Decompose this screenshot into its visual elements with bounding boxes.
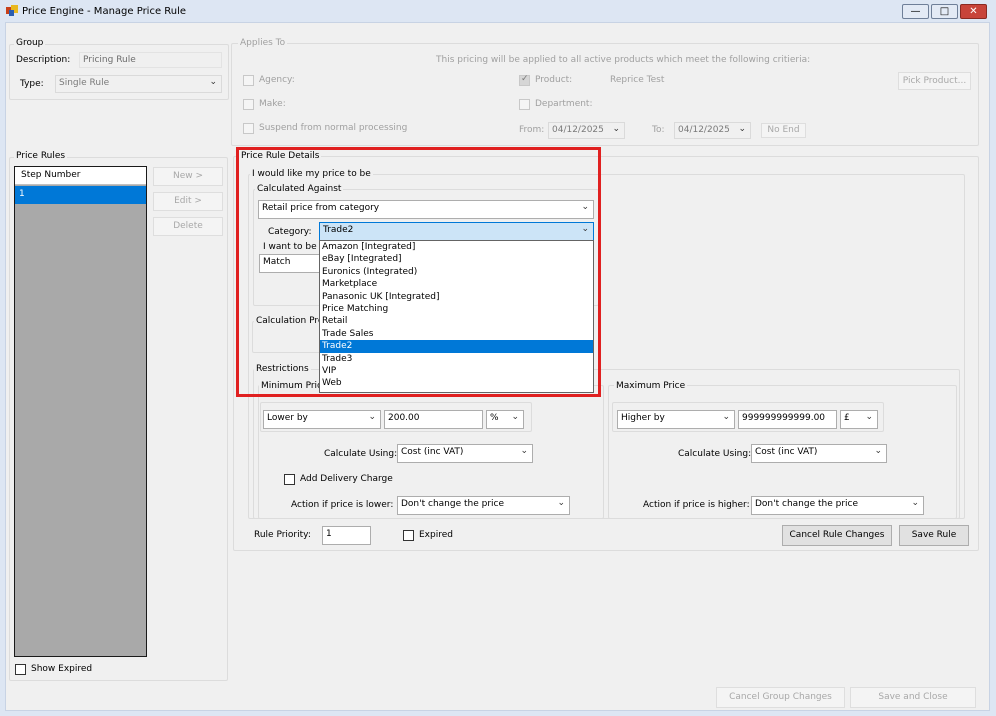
chevron-down-icon: ⌄ [511,412,519,422]
rule-priority-label: Rule Priority: [254,530,311,540]
pick-product-button[interactable]: Pick Product... [898,72,971,90]
add-delivery-charge-checkbox[interactable] [284,474,295,485]
min-calculate-using-value: Cost (inc VAT) [401,447,464,457]
edit-rule-button[interactable]: Edit > [153,192,223,211]
min-calculate-using-select[interactable]: Cost (inc VAT) ⌄ [397,444,533,463]
price-rules-list[interactable]: Step Number 1 [14,166,147,657]
chevron-down-icon: ⌄ [874,446,882,456]
show-expired-checkbox[interactable] [15,664,26,675]
product-value: Reprice Test [610,75,665,85]
app-icon [6,5,18,16]
title-bar: Price Engine - Manage Price Rule — □ ✕ [0,0,996,22]
delete-rule-button[interactable]: Delete [153,217,223,236]
from-date-value: 04/12/2025 [552,125,604,135]
add-delivery-charge-label: Add Delivery Charge [300,474,393,484]
product-checkbox[interactable]: ✓ [519,74,530,86]
highlight-rectangle [236,147,601,397]
chevron-down-icon: ⌄ [911,498,919,508]
checkmark-icon: ✓ [521,74,529,84]
min-mode-select[interactable]: Lower by ⌄ [263,410,381,429]
table-row[interactable]: 1 [15,186,146,204]
group-title: Group [14,38,46,48]
max-unit-select[interactable]: £ ⌄ [840,410,878,429]
max-action-value: Don't change the price [755,499,859,509]
make-checkbox[interactable] [243,99,254,110]
from-date-picker[interactable]: 04/12/2025 ⌄ [548,122,625,139]
price-rules-title: Price Rules [14,151,68,161]
make-label: Make: [259,99,286,109]
description-label: Description: [16,55,71,65]
save-rule-button[interactable]: Save Rule [899,525,969,546]
max-mode-value: Higher by [621,413,665,423]
show-expired-label: Show Expired [31,664,93,674]
max-calculate-using-select[interactable]: Cost (inc VAT) ⌄ [751,444,887,463]
department-label: Department: [535,99,593,109]
max-unit-value: £ [844,413,850,423]
suspend-checkbox[interactable] [243,123,254,134]
chevron-down-icon: ⌄ [209,77,217,87]
applies-to-title: Applies To [238,38,288,48]
type-label: Type: [20,79,44,89]
applies-to-note: This pricing will be applied to all acti… [436,55,811,65]
min-mode-value: Lower by [267,413,308,423]
max-calculate-using-value: Cost (inc VAT) [755,447,818,457]
step-number-cell: 1 [19,189,25,199]
maximize-button[interactable]: □ [931,4,958,19]
to-date-picker[interactable]: 04/12/2025 ⌄ [674,122,751,139]
from-label: From: [519,125,545,135]
max-calculate-using-label: Calculate Using: [678,449,752,459]
min-unit-value: % [490,413,499,423]
suspend-label: Suspend from normal processing [259,123,408,133]
chevron-down-icon: ⌄ [738,124,746,134]
type-select: Single Rule ⌄ [55,75,222,93]
app-window: Price Engine - Manage Price Rule — □ ✕ G… [0,0,996,716]
min-unit-select[interactable]: % ⌄ [486,410,524,429]
save-and-close-button[interactable]: Save and Close [850,687,976,708]
min-action-value: Don't change the price [401,499,505,509]
type-value: Single Rule [59,78,110,88]
window-client: Group Description: Pricing Rule Type: Si… [5,22,990,711]
department-checkbox[interactable] [519,99,530,110]
close-button[interactable]: ✕ [960,4,987,19]
chevron-down-icon: ⌄ [368,412,376,422]
min-action-select[interactable]: Don't change the price ⌄ [397,496,570,515]
product-label: Product: [535,75,573,85]
chevron-down-icon: ⌄ [557,498,565,508]
chevron-down-icon: ⌄ [722,412,730,422]
no-end-button[interactable]: No End [761,123,806,138]
max-amount-input[interactable]: 999999999999.00 [738,410,837,429]
chevron-down-icon: ⌄ [520,446,528,456]
cancel-group-changes-button[interactable]: Cancel Group Changes [716,687,845,708]
action-higher-label: Action if price is higher: [643,500,750,510]
window-title: Price Engine - Manage Price Rule [22,6,187,17]
to-label: To: [652,125,665,135]
maximum-price-title: Maximum Price [614,381,688,391]
to-date-value: 04/12/2025 [678,125,730,135]
rule-priority-input[interactable]: 1 [322,526,371,545]
min-amount-input[interactable]: 200.00 [384,410,483,429]
max-action-select[interactable]: Don't change the price ⌄ [751,496,924,515]
min-calculate-using-label: Calculate Using: [324,449,398,459]
step-number-header: Step Number [21,170,81,180]
cancel-rule-changes-button[interactable]: Cancel Rule Changes [782,525,892,546]
expired-checkbox[interactable] [403,530,414,541]
list-header[interactable]: Step Number [15,167,146,185]
chevron-down-icon: ⌄ [865,412,873,422]
description-field: Pricing Rule [79,52,222,68]
minimize-button[interactable]: — [902,4,929,19]
expired-label: Expired [419,530,453,540]
chevron-down-icon: ⌄ [612,124,620,134]
agency-label: Agency: [259,75,295,85]
agency-checkbox[interactable] [243,75,254,86]
action-lower-label: Action if price is lower: [291,500,394,510]
new-rule-button[interactable]: New > [153,167,223,186]
max-mode-select[interactable]: Higher by ⌄ [617,410,735,429]
